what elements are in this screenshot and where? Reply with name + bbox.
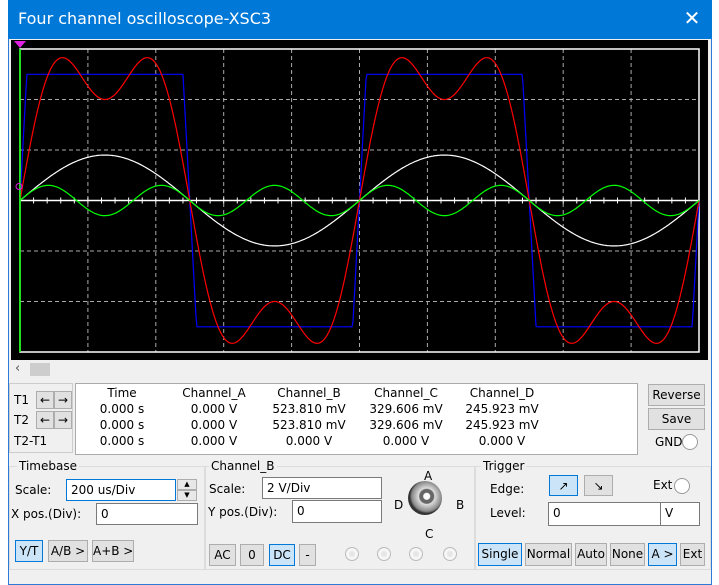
level-input[interactable]: 0 [548, 502, 661, 526]
trigger-title: Trigger [481, 459, 527, 473]
gnd-label: GND [655, 435, 683, 449]
cursor-controls: T1 T2 T2-T1 ← → ← → [9, 383, 73, 453]
table-cell: 0.000 V [478, 434, 526, 448]
column-header: Time [107, 386, 137, 400]
ext-radio[interactable] [674, 478, 690, 494]
trigger-none-button[interactable]: None [610, 543, 645, 566]
knob-label-d: D [394, 498, 404, 512]
column-header: Channel_A [182, 386, 246, 400]
table-cell: 523.810 mV [272, 402, 346, 416]
level-unit: V [660, 502, 700, 526]
column-header: Channel_D [469, 386, 535, 400]
trigger-single-button[interactable]: Single [478, 543, 522, 566]
xpos-input[interactable]: 0 [96, 503, 198, 525]
readout-table: Time Channel_A Channel_B Channel_C Channel_D… [75, 383, 638, 455]
channel-radio[interactable] [345, 547, 359, 561]
horizontal-scrollbar[interactable]: ‹ [11, 361, 708, 378]
waveform-plot [14, 41, 700, 353]
channel-radio[interactable] [377, 547, 391, 561]
t2-label: T2 [14, 413, 29, 427]
table-cell: 0.000 s [99, 434, 145, 448]
trigger-auto-button[interactable]: Auto [575, 543, 607, 566]
window-title: Four channel oscilloscope-XSC3 [18, 9, 272, 28]
table-cell: 0.000 s [99, 418, 145, 432]
timebase-title: Timebase [17, 459, 79, 473]
t1-right-arrow-icon[interactable]: → [54, 391, 72, 409]
channel-radio[interactable] [409, 547, 423, 561]
table-cell: 329.606 mV [369, 402, 443, 416]
timebase-scale-label: Scale: [15, 483, 52, 497]
table-cell: 0.000 s [99, 402, 145, 416]
coupling-ac-button[interactable]: AC [209, 544, 236, 566]
mode-yt-button[interactable]: Y/T [15, 540, 43, 562]
rising-edge-icon[interactable]: ↗ [549, 475, 578, 496]
channel-radio[interactable] [443, 547, 457, 561]
table-cell: 0.000 V [285, 434, 333, 448]
falling-edge-icon[interactable]: ↘ [584, 475, 613, 496]
column-header: Channel_C [374, 386, 438, 400]
table-cell: 0.000 V [190, 418, 238, 432]
coupling-dc-button[interactable]: DC [269, 544, 295, 566]
save-button[interactable]: Save [648, 408, 705, 430]
t2-left-arrow-icon[interactable]: ← [36, 411, 54, 429]
scroll-left-icon[interactable]: ‹ [15, 361, 20, 376]
channel-selector-knob[interactable] [408, 481, 442, 515]
ypos-label: Y pos.(Div): [208, 505, 278, 519]
trigger-source-a-button[interactable]: A > [648, 543, 677, 566]
xpos-label: X pos.(Div): [11, 507, 82, 521]
channel-title: Channel_B [209, 459, 277, 473]
column-header: Channel_B [277, 386, 341, 400]
knob-label-c: C [425, 527, 434, 541]
edge-label: Edge: [490, 482, 525, 496]
reverse-button[interactable]: Reverse [648, 384, 705, 406]
t2-right-arrow-icon[interactable]: → [54, 411, 72, 429]
table-cell: 0.000 V [382, 434, 430, 448]
spin-up-icon[interactable]: ▲ [177, 479, 197, 490]
coupling-zero-button[interactable]: 0 [240, 544, 264, 566]
trigger-ext-button[interactable]: Ext [680, 543, 705, 566]
table-cell: 523.810 mV [272, 418, 346, 432]
spin-down-icon[interactable]: ▼ [177, 490, 197, 501]
knob-label-b: B [456, 498, 465, 512]
t2-t1-label: T2-T1 [14, 434, 48, 448]
ypos-input[interactable]: 0 [292, 500, 382, 523]
table-cell: 0.000 V [190, 402, 238, 416]
table-cell: 245.923 mV [465, 418, 539, 432]
ext-label: Ext [653, 478, 673, 492]
level-label: Level: [490, 506, 526, 520]
table-cell: 329.606 mV [369, 418, 443, 432]
table-cell: 0.000 V [190, 434, 238, 448]
table-cell: 245.923 mV [465, 402, 539, 416]
channel-scale-input[interactable]: 2 V/Div [262, 477, 382, 499]
oscilloscope-screen [11, 40, 708, 360]
trigger-normal-button[interactable]: Normal [525, 543, 572, 566]
scroll-thumb[interactable] [30, 363, 50, 376]
cursor-t1-marker-icon [14, 41, 26, 48]
close-icon[interactable]: ✕ [680, 6, 704, 30]
mode-ab-button[interactable]: A/B > [48, 540, 88, 562]
t1-label: T1 [14, 393, 29, 407]
timebase-scale-input[interactable]: 200 us/Div [66, 479, 176, 501]
mode-aplusb-button[interactable]: A+B > [92, 540, 134, 562]
t1-left-arrow-icon[interactable]: ← [36, 391, 54, 409]
channel-scale-label: Scale: [209, 482, 246, 496]
gnd-radio[interactable] [682, 434, 698, 450]
title-bar: Four channel oscilloscope-XSC3 ✕ [8, 0, 712, 39]
invert-button[interactable]: - [299, 544, 316, 566]
